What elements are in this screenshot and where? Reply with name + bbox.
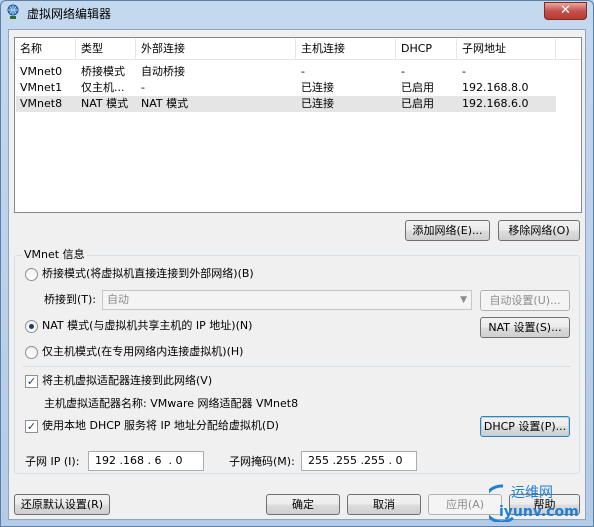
close-button[interactable]: ✕ — [544, 2, 587, 20]
bridged-mode-label[interactable]: 桥接模式(将虚拟机直接连接到外部网络)(B) — [42, 267, 254, 281]
column-header-host[interactable]: 主机连接 — [301, 41, 345, 57]
cell-host: 已连接 — [301, 97, 334, 110]
watermark-top-text: 运维网 — [511, 485, 553, 501]
checkmark-icon: ✓ — [26, 375, 37, 388]
bridge-to-label: 桥接到(T): — [44, 293, 97, 306]
ok-button[interactable]: 确定 — [266, 494, 340, 515]
network-list-header: 名称 类型 外部连接 主机连接 DHCP 子网地址 — [15, 38, 581, 60]
column-header-subnet[interactable]: 子网地址 — [462, 41, 506, 57]
close-icon: ✕ — [560, 3, 571, 18]
column-header-name[interactable]: 名称 — [20, 41, 42, 57]
connect-adapter-label[interactable]: 将主机虚拟适配器连接到此网络(V) — [42, 374, 212, 388]
subnet-ip-label: 子网 IP (I): — [25, 455, 80, 468]
nat-settings-button[interactable]: NAT 设置(S)... — [480, 317, 570, 338]
cell-dhcp: - — [401, 65, 405, 78]
vmnet-info-label: VMnet 信息 — [22, 248, 87, 262]
dhcp-settings-button[interactable]: DHCP 设置(P)... — [480, 416, 570, 437]
network-row[interactable]: VMnet1 仅主机... - 已连接 已启用 192.168.8.0 — [16, 80, 556, 96]
cell-host: - — [301, 65, 305, 78]
nat-mode-radio[interactable] — [25, 320, 38, 333]
cell-type: 桥接模式 — [81, 65, 125, 78]
cell-dhcp: 已启用 — [401, 97, 434, 110]
auto-settings-button[interactable]: 自动设置(U)... — [480, 290, 570, 311]
cell-type: 仅主机... — [81, 81, 125, 94]
cell-name: VMnet8 — [20, 97, 63, 110]
dhcp-checkbox[interactable]: ✓ — [25, 420, 38, 433]
column-header-type[interactable]: 类型 — [81, 41, 103, 57]
checkmark-icon: ✓ — [26, 420, 37, 433]
column-header-external[interactable]: 外部连接 — [141, 41, 185, 57]
window-title: 虚拟网络编辑器 — [27, 7, 112, 21]
cell-external: - — [141, 81, 145, 94]
nat-mode-label[interactable]: NAT 模式(与虚拟机共享主机的 IP 地址)(N) — [42, 319, 252, 333]
network-row-selected[interactable]: VMnet8 NAT 模式 NAT 模式 已连接 已启用 192.168.6.0 — [16, 96, 556, 112]
vmnet-info-group — [14, 255, 580, 474]
network-list[interactable]: 名称 类型 外部连接 主机连接 DHCP 子网地址 VMnet0 桥接模式 自动… — [14, 37, 582, 213]
remove-network-button[interactable]: 移除网络(O) — [498, 220, 580, 241]
cell-dhcp: 已启用 — [401, 81, 434, 94]
cell-type: NAT 模式 — [81, 97, 129, 110]
watermark-bottom-text: iyunv.com — [499, 504, 579, 520]
bridge-to-value: 自动 — [107, 293, 129, 306]
subnet-mask-label: 子网掩码(M): — [229, 455, 295, 468]
cell-subnet: 192.168.8.0 — [462, 81, 529, 94]
cell-name: VMnet1 — [20, 81, 63, 94]
site-watermark-logo: 运维网 iyunv.com — [489, 484, 579, 522]
subnet-ip-field[interactable]: 192 .168 . 6 . 0 — [88, 451, 204, 471]
separator — [23, 366, 571, 367]
cell-name: VMnet0 — [20, 65, 63, 78]
cell-external: NAT 模式 — [141, 97, 189, 110]
host-only-radio[interactable] — [25, 346, 38, 359]
virtual-network-editor-window: 虚拟网络编辑器 ✕ 名称 类型 外部连接 主机连接 DHCP 子网地址 VMne… — [0, 0, 594, 527]
dhcp-label[interactable]: 使用本地 DHCP 服务将 IP 地址分配给虚拟机(D) — [42, 419, 279, 433]
bridge-to-select[interactable]: 自动 ▼ — [102, 290, 472, 310]
adapter-name-text: 主机虚拟适配器名称: VMware 网络适配器 VMnet8 — [44, 397, 299, 410]
network-row[interactable]: VMnet0 桥接模式 自动桥接 - - - — [16, 64, 556, 80]
add-network-button[interactable]: 添加网络(E)... — [405, 220, 490, 241]
cell-host: 已连接 — [301, 81, 334, 94]
restore-defaults-button[interactable]: 还原默认设置(R) — [14, 494, 110, 515]
chevron-down-icon: ▼ — [460, 295, 467, 305]
title-bar[interactable]: 虚拟网络编辑器 ✕ — [1, 1, 593, 25]
cell-subnet: 192.168.6.0 — [462, 97, 529, 110]
dialog-client-area: 名称 类型 外部连接 主机连接 DHCP 子网地址 VMnet0 桥接模式 自动… — [8, 29, 586, 520]
subnet-mask-field[interactable]: 255 .255 .255 . 0 — [301, 451, 417, 471]
column-header-dhcp[interactable]: DHCP — [401, 41, 432, 57]
connect-adapter-checkbox[interactable]: ✓ — [25, 375, 38, 388]
bridged-mode-radio[interactable] — [25, 268, 38, 281]
cancel-button[interactable]: 取消 — [347, 494, 421, 515]
network-globe-icon — [7, 4, 19, 19]
host-only-label[interactable]: 仅主机模式(在专用网络内连接虚拟机)(H) — [42, 345, 243, 359]
cell-external: 自动桥接 — [141, 65, 185, 78]
cell-subnet: - — [462, 65, 466, 78]
